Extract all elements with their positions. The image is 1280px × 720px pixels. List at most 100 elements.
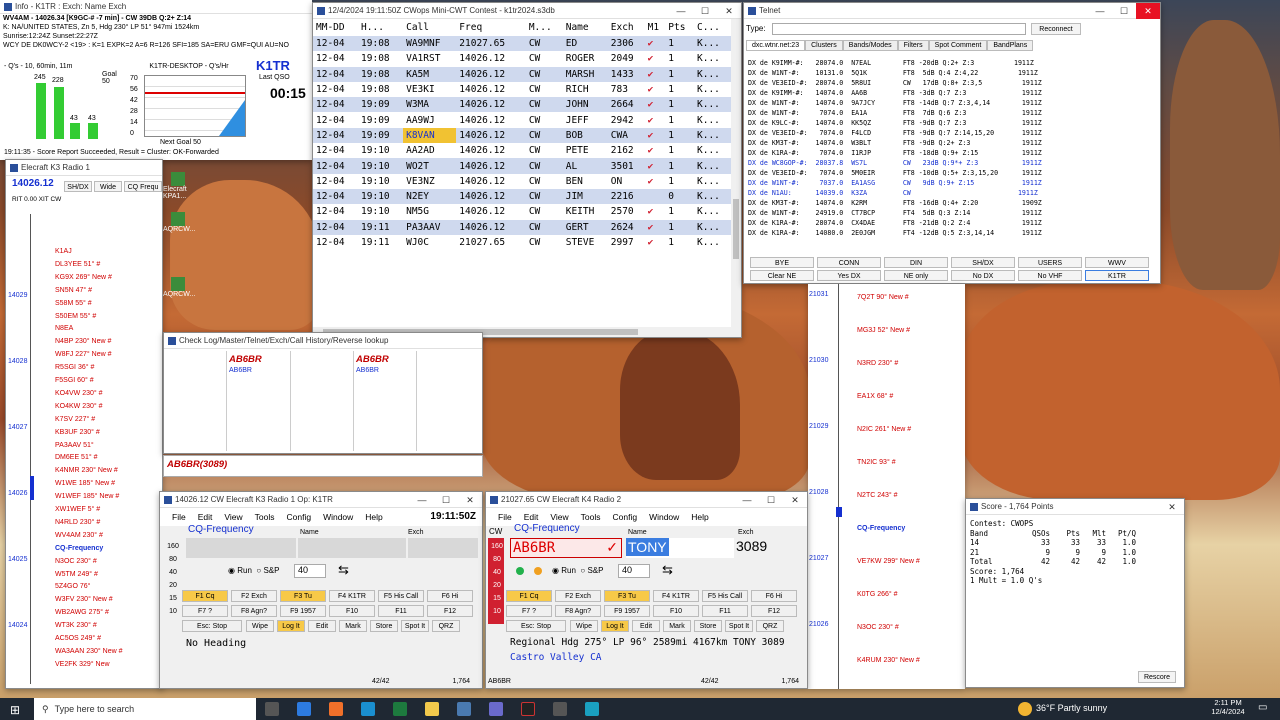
bandmap-spot[interactable]: 7Q2T 90° New #	[857, 294, 909, 301]
sp-radio[interactable]: ○	[580, 566, 585, 575]
bandmap-spot[interactable]: VE2FK 329° New	[55, 661, 110, 668]
telnet-command-input[interactable]	[772, 23, 1026, 35]
speed-input[interactable]: 40	[618, 564, 650, 578]
chrome-icon[interactable]	[297, 702, 311, 716]
function-key-button[interactable]: F1 Cq	[182, 590, 228, 602]
bandmap-spot[interactable]: 5Z4GO 76°	[55, 583, 90, 590]
close-icon[interactable]: ✕	[717, 3, 741, 19]
menu-item[interactable]: Edit	[198, 512, 213, 522]
band-button[interactable]: 160	[162, 540, 184, 553]
bandmap-spot[interactable]: PA3AAV 51°	[55, 442, 94, 449]
log-row[interactable]: 12-04 19:10 N2EY 14026.12 CW JIM 2216 0 K...	[313, 188, 731, 205]
spot-line[interactable]: DX de K9LC-#: 14074.0 KK5QZ FT8 -9dB Q:7…	[744, 118, 1144, 128]
column-header[interactable]: H...	[358, 19, 404, 36]
telnet-button[interactable]: Yes DX	[817, 270, 881, 281]
cq-frequency-button[interactable]: CQ Frequ	[124, 181, 162, 192]
telnet-button[interactable]: DIN	[884, 257, 948, 268]
app-icon-3[interactable]	[553, 702, 567, 716]
bandmap-spot[interactable]: N4BP 230° New #	[55, 338, 111, 345]
function-key-button[interactable]: F3 Tu	[604, 590, 650, 602]
reconnect-button[interactable]: Reconnect	[1031, 23, 1081, 35]
band-button[interactable]: 40	[162, 566, 184, 579]
bandmap-spot[interactable]: S50EM 55° #	[55, 313, 96, 320]
speed-input[interactable]: 40	[294, 564, 326, 578]
bandmap-spot[interactable]: W1WEF 185° New #	[55, 493, 119, 500]
menu-item[interactable]: File	[172, 512, 186, 522]
function-key-button[interactable]: F4 K1TR	[653, 590, 699, 602]
column-header[interactable]: M...	[525, 19, 563, 36]
function-key-button[interactable]: Mark	[663, 620, 691, 632]
bandmap-spot[interactable]: KO4KW 230° #	[55, 403, 103, 410]
function-key-button[interactable]: F10	[653, 605, 699, 617]
bandmap-spot[interactable]: MG3J 52° New #	[857, 327, 910, 334]
band-button[interactable]: 20	[486, 579, 508, 592]
bandmap-spot[interactable]: W8FJ 227° New #	[55, 351, 112, 358]
menu-item[interactable]: Help	[691, 512, 708, 522]
bandmap-spot[interactable]: W1WE 185° New #	[55, 480, 115, 487]
spot-line[interactable]: DX de K1RA-#: 7074.0 I1RJP FT8 -18dB Q:9…	[744, 148, 1144, 158]
function-key-button[interactable]: F10	[329, 605, 375, 617]
function-key-button[interactable]: F12	[751, 605, 797, 617]
notification-icon[interactable]: ▭	[1258, 702, 1267, 713]
function-key-button[interactable]: F12	[427, 605, 473, 617]
function-key-button[interactable]: QRZ	[432, 620, 460, 632]
bandmap-spot[interactable]: W3FV 230° New #	[55, 596, 113, 603]
wide-button[interactable]: Wide	[94, 181, 122, 192]
spot-line[interactable]: DX de W1NT-#: 10131.0 5Q1K FT8 5dB Q:4 Z…	[744, 68, 1144, 78]
function-key-button[interactable]: Spot It	[401, 620, 429, 632]
minimize-icon[interactable]: —	[669, 3, 693, 19]
bandmap-spot[interactable]: CQ-Frequency	[55, 545, 103, 552]
bandmap-spot[interactable]: AC5OS 249° #	[55, 635, 101, 642]
bandmap-spot[interactable]: WB2AWG 275° #	[55, 609, 109, 616]
menu-item[interactable]: Tools	[581, 512, 601, 522]
telnet-button[interactable]: CONN	[817, 257, 881, 268]
bandmap-spot[interactable]: N3RD 230° #	[857, 360, 898, 367]
menu-item[interactable]: Window	[323, 512, 353, 522]
exch-input[interactable]: 3089	[736, 538, 804, 558]
bandmap-spot[interactable]: N2TC 243° #	[857, 492, 898, 499]
spot-line[interactable]: DX de K1RA-#: 14080.0 2E0JGM FT4 -12dB Q…	[744, 228, 1144, 238]
telnet-button[interactable]: BYE	[750, 257, 814, 268]
spot-line[interactable]: DX de N1AU: 14039.0 K3ZA CW 1911Z	[744, 188, 1144, 198]
telnet-button[interactable]: Clear NE	[750, 270, 814, 281]
desktop-icon-aqrcw-1[interactable]: AQRCW...	[163, 212, 195, 233]
menu-item[interactable]: Edit	[524, 512, 539, 522]
bandmap-spot[interactable]: VE7KW 299° New #	[857, 558, 920, 565]
weather-text[interactable]: 36°F Partly sunny	[1036, 703, 1107, 713]
minimize-icon[interactable]: —	[735, 492, 759, 508]
function-key-button[interactable]: F8 Agn?	[555, 605, 601, 617]
bandmap-spot[interactable]: WA3AAN 230° New #	[55, 648, 123, 655]
run-radio[interactable]: ◉	[552, 566, 559, 575]
exch-input[interactable]	[408, 538, 478, 558]
telnet-button[interactable]: NE only	[884, 270, 948, 281]
name-input[interactable]: TONY	[626, 538, 734, 558]
function-key-button[interactable]: F5 His Call	[378, 590, 424, 602]
taskbar-search[interactable]: ⚲ Type here to search	[34, 698, 256, 720]
task-view-icon[interactable]	[265, 702, 279, 716]
function-key-button[interactable]: Log It	[601, 620, 629, 632]
column-header[interactable]: Exch	[607, 19, 645, 36]
edge-icon[interactable]	[361, 702, 375, 716]
function-key-button[interactable]: F1 Cq	[506, 590, 552, 602]
close-icon[interactable]: ✕	[783, 492, 807, 508]
bandmap-spot[interactable]: SN5N 47° #	[55, 287, 92, 294]
bandmap-spot[interactable]: K0TG 266° #	[857, 591, 898, 598]
bandmap-spot[interactable]: XW1WEF 5° #	[55, 506, 100, 513]
function-key-button[interactable]: Spot It	[725, 620, 753, 632]
spot-line[interactable]: DX de VE3EID-#: 7074.0 F4LCD FT8 -9dB Q:…	[744, 128, 1144, 138]
column-header[interactable]: Call	[403, 19, 457, 36]
function-key-button[interactable]: F7 ?	[506, 605, 552, 617]
spot-line[interactable]: DX de W1NT-#: 7074.0 EA1A FT8 7dB Q:6 Z:…	[744, 108, 1144, 118]
log-row[interactable]: 12-04 19:11 WJ0C 21027.65 CW STEVE 2997 ✔ 1 K...	[313, 235, 731, 250]
log-row[interactable]: 12-04 19:09 W3MA 14026.12 CW JOHN 2664 ✔ 1 K...	[313, 97, 731, 113]
band-button[interactable]: 20	[162, 579, 184, 592]
menu-item[interactable]: View	[550, 512, 568, 522]
telnet-button[interactable]: WWV	[1085, 257, 1149, 268]
log-row[interactable]: 12-04 19:08 VE3KI 14026.12 CW RICH 783 ✔ 1 K...	[313, 82, 731, 97]
telnet-button[interactable]: K1TR	[1085, 270, 1149, 281]
log-row[interactable]: 12-04 19:10 VE3NZ 14026.12 CW BEN ON ✔ 1 K...	[313, 174, 731, 189]
column-header[interactable]: MM-DD	[313, 19, 359, 36]
spot-line[interactable]: DX de W1NT-#: 7037.0 EA1ASG CW 9dB Q:9+ …	[744, 178, 1144, 188]
log-row[interactable]: 12-04 19:08 VA1RST 14026.12 CW ROGER 2049 ✔ 1 K..…	[313, 51, 731, 66]
log-row[interactable]: 12-04 19:09 AA9WJ 14026.12 CW JEFF 2942 ✔ 1 K...	[313, 112, 731, 127]
